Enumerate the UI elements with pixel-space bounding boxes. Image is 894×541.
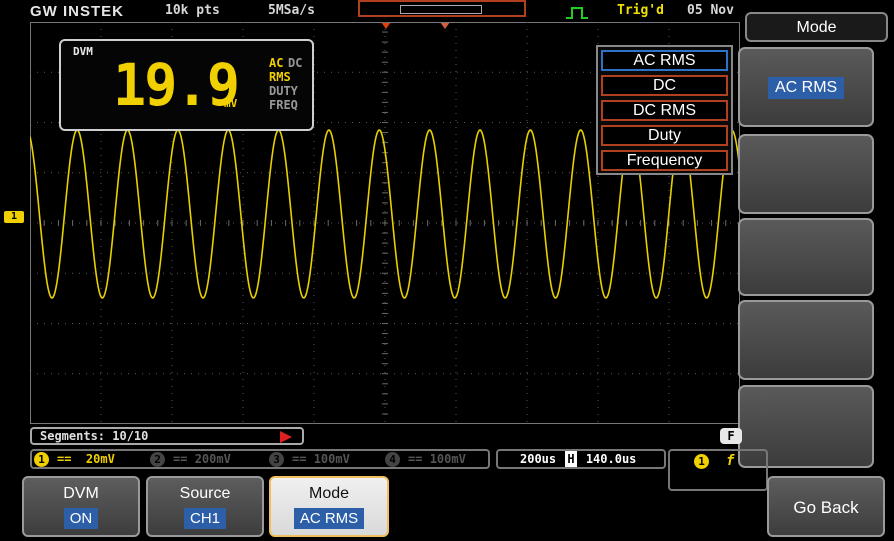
ch1-ground-marker[interactable]: 1 — [4, 211, 24, 223]
dropdown-item-frequency[interactable]: Frequency — [601, 150, 728, 171]
go-back-button[interactable]: Go Back — [767, 476, 885, 537]
dropdown-item-duty[interactable]: Duty — [601, 125, 728, 146]
brand-logo: GW INSTEK — [30, 3, 124, 20]
ch1-scale: 20mV — [85, 452, 115, 466]
side-button-4[interactable] — [738, 300, 874, 380]
dvm-value: 19.9 — [113, 51, 240, 119]
date-display: 05 Nov — [687, 3, 734, 18]
dvm-mode-duty: DUTY — [269, 84, 298, 98]
go-back-label: Go Back — [793, 498, 859, 517]
coupling-ac: AC — [269, 56, 284, 70]
function-badge: F — [720, 428, 742, 444]
dvm-unit: mV — [224, 97, 238, 110]
memory-bar — [358, 0, 526, 17]
ch4-status: 4 == 100mV — [385, 452, 466, 467]
side-mode-button[interactable]: AC RMS — [738, 47, 874, 127]
memory-window — [400, 5, 482, 14]
trigger-status: Trig'd — [617, 3, 664, 18]
coupling-dc: DC — [288, 56, 303, 70]
timebase-readout: 200us H 140.0us — [496, 449, 666, 469]
side-mode-value: AC RMS — [768, 77, 845, 99]
ch3-status: 3 == 100mV — [269, 452, 350, 467]
ch2-coupling: == — [173, 452, 188, 466]
side-button-3[interactable] — [738, 218, 874, 296]
ch2-scale: 200mV — [194, 452, 231, 466]
mode-button-label: Mode — [308, 485, 350, 502]
dropdown-item-dc-rms[interactable]: DC RMS — [601, 100, 728, 121]
horizontal-position-value: 140.0us — [585, 452, 637, 466]
channel-status-line: 1 == 20mV 2 == 200mV 3 == 100mV 4 == 100mV — [30, 449, 490, 469]
ch4-icon: 4 — [385, 452, 400, 467]
segments-label: Segments: 10/10 — [40, 429, 149, 443]
dvm-button-value: ON — [63, 508, 99, 529]
mode-dropdown: AC RMS DC DC RMS Duty Frequency — [596, 45, 733, 175]
trigger-edge-icon — [566, 4, 588, 19]
ch2-status: 2 == 200mV — [150, 452, 231, 467]
source-button-value: CH1 — [183, 508, 226, 529]
side-button-2[interactable] — [738, 134, 874, 214]
dvm-mode-rms: RMS — [269, 70, 291, 84]
ch1-coupling: == — [57, 452, 72, 466]
ch1-icon: 1 — [34, 452, 49, 467]
play-icon[interactable] — [280, 431, 292, 443]
dvm-toggle-button[interactable]: DVM ON — [22, 476, 140, 537]
record-length: 10k pts — [165, 3, 220, 18]
mode-button-value: AC RMS — [293, 508, 365, 529]
side-menu-title: Mode — [745, 12, 888, 42]
horizontal-position-icon: H — [565, 451, 577, 467]
ch1-status: 1 == 20mV — [34, 452, 115, 467]
dvm-button-label: DVM — [63, 485, 99, 502]
ch4-scale: 100mV — [429, 452, 466, 466]
trigger-readout: 1 f — [668, 449, 768, 491]
mode-button[interactable]: Mode AC RMS — [269, 476, 389, 537]
ch3-scale: 100mV — [313, 452, 350, 466]
dvm-label: DVM — [73, 45, 93, 58]
ch4-coupling: == — [408, 452, 423, 466]
dropdown-item-ac-rms[interactable]: AC RMS — [601, 50, 728, 71]
timebase-scale: 200us — [520, 452, 557, 466]
source-button-label: Source — [179, 485, 231, 502]
ch3-icon: 3 — [269, 452, 284, 467]
source-button[interactable]: Source CH1 — [146, 476, 264, 537]
segments-bar: Segments: 10/10 — [30, 427, 304, 445]
ch2-icon: 2 — [150, 452, 165, 467]
trigger-slope-icon: f — [726, 453, 735, 469]
dvm-mode-freq: FREQ — [269, 98, 298, 112]
dvm-readout-panel: DVM 19.9 mV AC DC RMS DUTY FREQ — [59, 39, 314, 131]
trigger-channel-icon: 1 — [694, 454, 709, 469]
sample-rate: 5MSa/s — [268, 3, 315, 18]
dropdown-item-dc[interactable]: DC — [601, 75, 728, 96]
ch3-coupling: == — [292, 452, 307, 466]
